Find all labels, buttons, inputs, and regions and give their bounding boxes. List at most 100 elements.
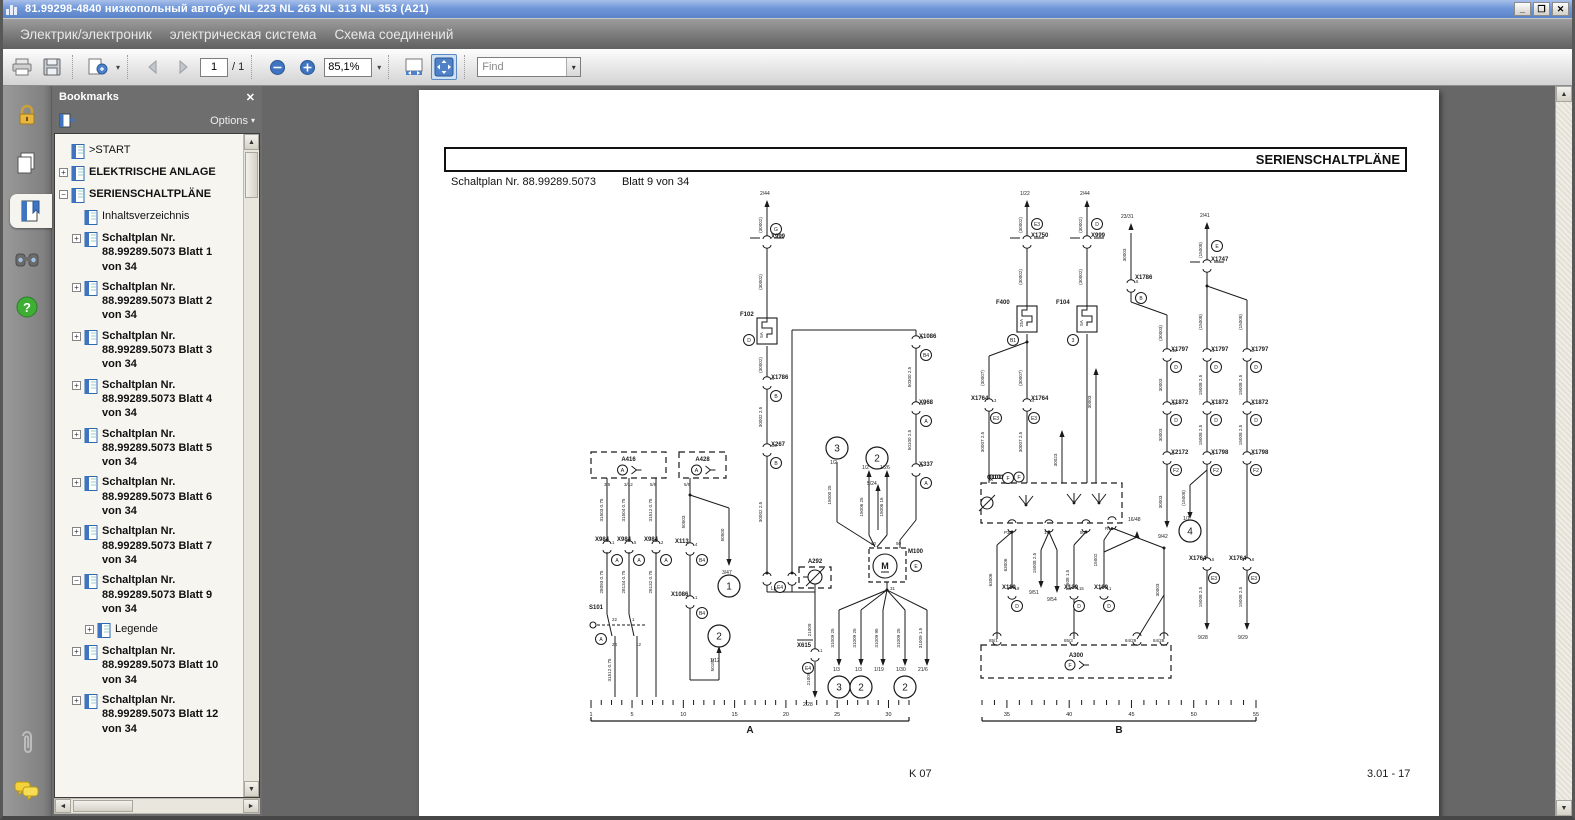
bookmark-item[interactable]: + Schaltplan Nr. 88.99289.5073 Blatt 6 vo…	[59, 472, 243, 521]
expander-icon[interactable]: +	[72, 381, 81, 390]
zoom-in-button[interactable]	[294, 54, 320, 80]
next-page-button[interactable]	[170, 54, 196, 80]
bookmark-label[interactable]: SERIENSCHALTPLÄNE	[89, 187, 217, 201]
attachments-icon[interactable]	[10, 726, 44, 760]
svg-text:X968: X968	[919, 400, 934, 406]
bookmark-item[interactable]: + ELEKTRISCHE ANLAGE	[59, 162, 243, 184]
bookmark-label[interactable]: Schaltplan Nr. 88.99289.5073 Blatt 2 von…	[102, 280, 230, 323]
bookmark-item[interactable]: − SERIENSCHALTPLÄNE	[59, 184, 243, 206]
bookmarks-options-button[interactable]: Options▾	[210, 115, 255, 127]
document-vertical-scrollbar[interactable]: ▲ ▼	[1555, 86, 1572, 816]
bookmarks-close-icon[interactable]: ✕	[246, 91, 255, 104]
svg-text:31009 95: 31009 95	[874, 628, 879, 648]
bookmarks-vertical-scrollbar[interactable]: ▲ ▼	[243, 134, 259, 797]
scroll-up-icon[interactable]: ▲	[244, 134, 259, 150]
bookmark-item[interactable]: − Schaltplan Nr. 88.99289.5073 Blatt 9 vo…	[59, 570, 243, 619]
menu-item-scheme[interactable]: Схема соединений	[325, 27, 462, 42]
bookmark-label[interactable]: ELEKTRISCHE ANLAGE	[89, 165, 217, 179]
bookmark-label[interactable]: Schaltplan Nr. 88.99289.5073 Blatt 5 von…	[102, 427, 230, 470]
svg-text:X1872: X1872	[1211, 400, 1229, 406]
expander-icon[interactable]: +	[72, 430, 81, 439]
find-input[interactable]	[478, 58, 566, 76]
snapshot-button[interactable]	[85, 54, 111, 80]
snapshot-caret-icon[interactable]: ▾	[116, 63, 120, 72]
expander-icon[interactable]: +	[72, 647, 81, 656]
help-icon[interactable]: ?	[10, 290, 44, 324]
back-icon	[144, 59, 162, 75]
scroll-up-icon[interactable]: ▲	[1556, 86, 1572, 102]
menu-item-system[interactable]: электрическая система	[161, 27, 326, 42]
svg-text:40: 40	[1066, 712, 1072, 718]
bookmark-label[interactable]: Schaltplan Nr. 88.99289.5073 Blatt 1 von…	[102, 231, 230, 274]
bookmark-item[interactable]: + Schaltplan Nr. 88.99289.5073 Blatt 7 vo…	[59, 521, 243, 570]
expand-bookmark-icon[interactable]	[59, 113, 75, 128]
fit-width-button[interactable]	[401, 54, 427, 80]
zoom-caret-icon[interactable]: ▾	[377, 63, 381, 72]
expander-icon[interactable]: +	[72, 696, 81, 705]
bookmark-label[interactable]: Schaltplan Nr. 88.99289.5073 Blatt 3 von…	[102, 329, 230, 372]
expander-icon[interactable]: +	[72, 527, 81, 536]
svg-text:X1086: X1086	[671, 592, 689, 598]
bookmarks-horizontal-scrollbar[interactable]: ◄ ►	[54, 798, 260, 814]
minimize-button[interactable]: _	[1514, 2, 1531, 16]
expander-icon[interactable]: +	[72, 283, 81, 292]
svg-text:1/30: 1/30	[896, 667, 906, 673]
bookmark-label[interactable]: Legende	[115, 622, 243, 636]
bookmark-item[interactable]: + Schaltplan Nr. 88.99289.5073 Blatt 1 vo…	[59, 228, 243, 277]
save-icon	[43, 58, 61, 76]
lock-icon[interactable]	[10, 98, 44, 132]
bookmark-item[interactable]: + Schaltplan Nr. 88.99289.5073 Blatt 5 vo…	[59, 424, 243, 473]
svg-text:A428: A428	[695, 457, 710, 463]
bookmark-item[interactable]: Inhaltsverzeichnis	[59, 206, 243, 228]
bookmark-label[interactable]: Schaltplan Nr. 88.99289.5073 Blatt 6 von…	[102, 475, 230, 518]
expander-icon[interactable]: +	[72, 478, 81, 487]
scroll-right-icon[interactable]: ►	[243, 799, 259, 813]
bookmark-item[interactable]: >START	[59, 140, 243, 162]
svg-text:(30002): (30002)	[758, 357, 763, 373]
zoom-level-input[interactable]	[324, 58, 372, 77]
svg-text:X110: X110	[1002, 585, 1016, 591]
previous-page-button[interactable]	[140, 54, 166, 80]
pages-icon[interactable]	[10, 146, 44, 180]
bookmark-item[interactable]: + Legende	[59, 619, 243, 641]
svg-text:30007 2.5: 30007 2.5	[1018, 431, 1023, 452]
scrollbar-thumb[interactable]	[73, 800, 133, 812]
menu-item-electric[interactable]: Электрик/электроник	[11, 27, 161, 42]
expander-icon[interactable]: +	[72, 332, 81, 341]
bookmark-item[interactable]: + Schaltplan Nr. 88.99289.5073 Blatt 3 vo…	[59, 326, 243, 375]
bookmark-label[interactable]: Inhaltsverzeichnis	[102, 209, 230, 223]
svg-text:30: 30	[885, 712, 891, 718]
scroll-left-icon[interactable]: ◄	[55, 799, 71, 813]
bookmark-label[interactable]: Schaltplan Nr. 88.99289.5073 Blatt 10 vo…	[102, 644, 230, 687]
bookmark-label[interactable]: Schaltplan Nr. 88.99289.5073 Blatt 12 vo…	[102, 693, 230, 736]
scroll-down-icon[interactable]: ▼	[1556, 800, 1572, 816]
bookmarks-icon[interactable]	[10, 194, 52, 228]
print-button[interactable]	[9, 54, 35, 80]
comments-icon[interactable]	[10, 774, 44, 808]
bookmark-label[interactable]: Schaltplan Nr. 88.99289.5073 Blatt 7 von…	[102, 524, 230, 567]
bookmark-item[interactable]: + Schaltplan Nr. 88.99289.5073 Blatt 12 v…	[59, 690, 243, 739]
restore-button[interactable]: ❐	[1533, 2, 1550, 16]
search-icon[interactable]	[10, 242, 44, 276]
svg-text:D: D	[1015, 604, 1019, 610]
find-caret-icon[interactable]: ▾	[566, 58, 580, 76]
zoom-out-button[interactable]	[264, 54, 290, 80]
save-button[interactable]	[39, 54, 65, 80]
bookmark-item[interactable]: + Schaltplan Nr. 88.99289.5073 Blatt 4 vo…	[59, 375, 243, 424]
svg-text:Lp: Lp	[771, 586, 777, 592]
scrollbar-thumb[interactable]	[245, 152, 258, 198]
expander-icon[interactable]: +	[59, 168, 68, 177]
close-button[interactable]: ✕	[1552, 2, 1569, 16]
bookmark-item[interactable]: + Schaltplan Nr. 88.99289.5073 Blatt 10 v…	[59, 641, 243, 690]
expander-icon[interactable]: +	[85, 625, 94, 634]
scroll-down-icon[interactable]: ▼	[244, 781, 259, 797]
bookmark-label[interactable]: Schaltplan Nr. 88.99289.5073 Blatt 9 von…	[102, 573, 230, 616]
expander-icon[interactable]: −	[72, 576, 81, 585]
bookmark-label[interactable]: >START	[89, 143, 217, 157]
bookmark-label[interactable]: Schaltplan Nr. 88.99289.5073 Blatt 4 von…	[102, 378, 230, 421]
expander-icon[interactable]: +	[72, 234, 81, 243]
page-number-input[interactable]	[200, 58, 228, 77]
fit-page-button[interactable]	[431, 54, 457, 80]
bookmark-item[interactable]: + Schaltplan Nr. 88.99289.5073 Blatt 2 vo…	[59, 277, 243, 326]
expander-icon[interactable]: −	[59, 190, 68, 199]
